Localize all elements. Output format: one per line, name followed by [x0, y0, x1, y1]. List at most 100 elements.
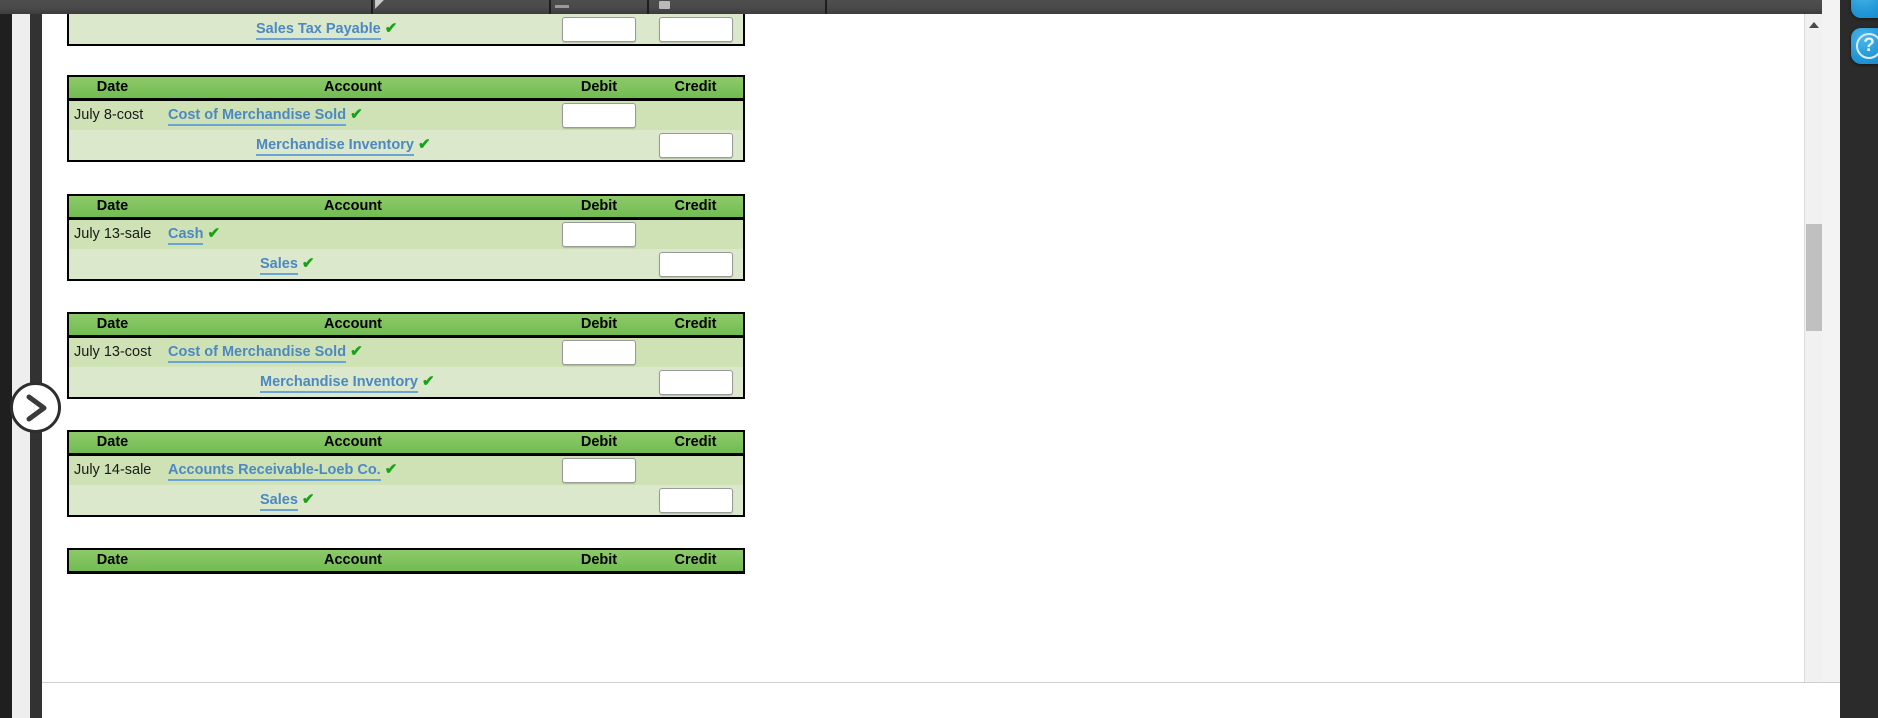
debit-amount-input[interactable] — [562, 16, 636, 42]
journal-header-row: Date Account Debit Credit — [68, 195, 744, 220]
rail-button-help[interactable]: ? — [1851, 28, 1878, 64]
journal-date-cell: July 13-sale — [68, 218, 156, 249]
journal-debit-cell — [550, 454, 648, 485]
journal-account-cell: Merchandise Inventory ✔ — [156, 367, 550, 398]
toolbar-segment-4[interactable] — [649, 0, 827, 14]
account-select-link[interactable]: Merchandise Inventory — [260, 374, 418, 393]
journal-debit-cell — [550, 218, 648, 249]
journal-scroll-pane[interactable]: Sales Tax Payable ✔ Date Account Debit Credit… — [42, 14, 1804, 702]
account-select-link[interactable]: Sales Tax Payable — [256, 21, 381, 40]
toolbar-segment-1[interactable] — [0, 0, 373, 14]
journal-header-row: Date Account Debit Credit — [68, 549, 744, 574]
account-select-link[interactable]: Merchandise Inventory — [256, 137, 414, 156]
help-question-icon: ? — [1863, 35, 1875, 56]
check-mark-icon: ✔ — [301, 490, 315, 508]
journal-row: Sales ✔ — [68, 485, 744, 516]
journal-date-cell: July 13-cost — [68, 336, 156, 367]
expand-panel-button[interactable] — [10, 382, 61, 433]
column-header-debit: Debit — [550, 313, 648, 338]
journal-debit-cell — [550, 485, 648, 516]
journal-credit-cell — [648, 336, 744, 367]
journal-row: Sales ✔ — [68, 249, 744, 280]
account-select-link[interactable]: Cash — [168, 226, 204, 245]
journal-credit-cell — [648, 485, 744, 516]
column-header-credit: Credit — [648, 549, 744, 574]
column-header-debit: Debit — [550, 195, 648, 220]
credit-amount-input[interactable] — [658, 132, 733, 158]
column-header-account: Account — [156, 549, 550, 574]
account-select-link[interactable]: Cost of Merchandise Sold — [168, 107, 347, 126]
rail-button-top[interactable] — [1851, 0, 1878, 18]
right-sidebar-rail: ? — [1840, 0, 1878, 718]
column-header-date: Date — [68, 76, 156, 101]
column-header-credit: Credit — [648, 313, 744, 338]
column-header-date: Date — [68, 195, 156, 220]
column-header-date: Date — [68, 431, 156, 456]
journal-row: Merchandise Inventory ✔ — [68, 367, 744, 398]
circle-icon — [1851, 0, 1878, 18]
journal-credit-cell — [648, 99, 744, 130]
scroll-up-arrow[interactable] — [1805, 16, 1823, 34]
journal-entry-table: Sales Tax Payable ✔ — [67, 14, 745, 46]
scroll-thumb[interactable] — [1806, 224, 1822, 331]
vertical-scrollbar[interactable] — [1804, 14, 1822, 702]
check-mark-icon: ✔ — [350, 342, 363, 360]
right-gutter — [1822, 0, 1840, 718]
account-select-link[interactable]: Cost of Merchandise Sold — [168, 344, 347, 363]
debit-amount-input[interactable] — [562, 339, 636, 365]
credit-amount-input[interactable] — [658, 251, 733, 277]
check-mark-icon: ✔ — [207, 224, 221, 242]
journal-row: July 8-cost Cost of Merchandise Sold ✔ — [68, 99, 744, 130]
credit-amount-input[interactable] — [658, 487, 733, 513]
left-panel-edge — [30, 0, 42, 718]
journal-header-row: Date Account Debit Credit — [68, 76, 744, 101]
credit-amount-input[interactable] — [658, 369, 733, 395]
journal-credit-cell — [648, 367, 744, 398]
toolbar-segment-2[interactable]: ◤ — [373, 0, 551, 14]
column-header-credit: Credit — [648, 76, 744, 101]
account-select-link[interactable]: Sales — [260, 492, 298, 511]
column-header-debit: Debit — [550, 76, 648, 101]
account-select-link[interactable]: Accounts Receivable-Loeb Co. — [168, 462, 381, 481]
journal-date-cell — [68, 249, 156, 280]
application-toolbar: ◤ — [0, 0, 1822, 14]
journal-entry-table: Date Account Debit Credit July 13-sale Cash ✔ S… — [67, 194, 745, 281]
journal-date-cell: July 14-sale — [68, 454, 156, 485]
journal-debit-cell — [550, 14, 648, 45]
check-mark-icon: ✔ — [417, 135, 431, 153]
toolbar-segment-3[interactable] — [551, 0, 649, 14]
check-mark-icon: ✔ — [384, 19, 398, 37]
journal-debit-cell — [550, 367, 648, 398]
column-header-account: Account — [156, 431, 550, 456]
journal-header-row: Date Account Debit Credit — [68, 431, 744, 456]
check-mark-icon: ✔ — [301, 254, 315, 272]
journal-account-cell: Accounts Receivable-Loeb Co. ✔ — [156, 454, 550, 485]
journal-entry-table: Date Account Debit Credit July 14-sale Accoun… — [67, 430, 745, 517]
journal-entry-table: Date Account Debit Credit July 13-cost Cost o… — [67, 312, 745, 399]
bottom-left-panel-edge — [30, 682, 42, 718]
journal-account-cell: Cash ✔ — [156, 218, 550, 249]
column-header-account: Account — [156, 76, 550, 101]
journal-debit-cell — [550, 130, 648, 161]
journal-account-cell: Cost of Merchandise Sold ✔ — [156, 336, 550, 367]
journal-date-cell — [68, 14, 156, 45]
column-header-debit: Debit — [550, 431, 648, 456]
journal-credit-cell — [648, 454, 744, 485]
journal-date-cell — [68, 485, 156, 516]
journal-account-cell: Sales ✔ — [156, 485, 550, 516]
journal-debit-cell — [550, 249, 648, 280]
column-header-account: Account — [156, 195, 550, 220]
debit-amount-input[interactable] — [562, 221, 636, 247]
journal-entry-table: Date Account Debit Credit July 8-cost Cost of… — [67, 75, 745, 162]
left-gutter — [12, 0, 30, 718]
credit-amount-input[interactable] — [658, 16, 733, 42]
column-header-account: Account — [156, 313, 550, 338]
toolbar-segment-5[interactable] — [827, 0, 1822, 14]
debit-amount-input[interactable] — [562, 457, 636, 483]
account-select-link[interactable]: Sales — [260, 256, 298, 275]
window-icon — [659, 1, 670, 9]
check-mark-icon: ✔ — [350, 105, 363, 123]
journal-entry-table: Date Account Debit Credit — [67, 548, 745, 574]
debit-amount-input[interactable] — [562, 102, 636, 128]
journal-account-cell: Cost of Merchandise Sold ✔ — [156, 99, 550, 130]
